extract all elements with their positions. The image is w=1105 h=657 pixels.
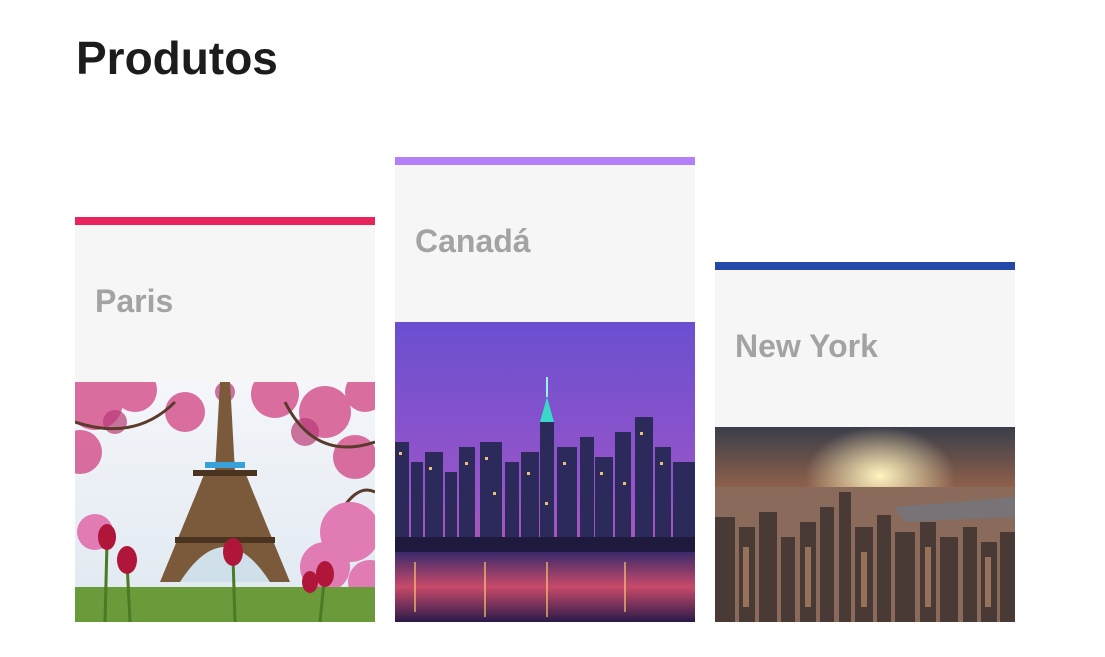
card-header: Paris [75, 225, 375, 382]
card-title: Canadá [415, 223, 531, 259]
card-title: Paris [95, 283, 174, 319]
city-skyline-night-photo [395, 322, 695, 622]
card-accent-bar [75, 217, 375, 225]
page-title: Produtos [76, 32, 278, 84]
product-card-new-york[interactable]: New York [715, 262, 1015, 622]
new-york-sunset-photo [715, 427, 1015, 622]
card-header: New York [715, 270, 1015, 427]
card-title: New York [735, 328, 878, 364]
card-accent-bar [715, 262, 1015, 270]
product-card-paris[interactable]: Paris [75, 217, 375, 622]
card-accent-bar [395, 157, 695, 165]
product-card-canada[interactable]: Canadá [395, 157, 695, 622]
eiffel-tower-photo [75, 382, 375, 622]
card-header: Canadá [395, 165, 695, 322]
